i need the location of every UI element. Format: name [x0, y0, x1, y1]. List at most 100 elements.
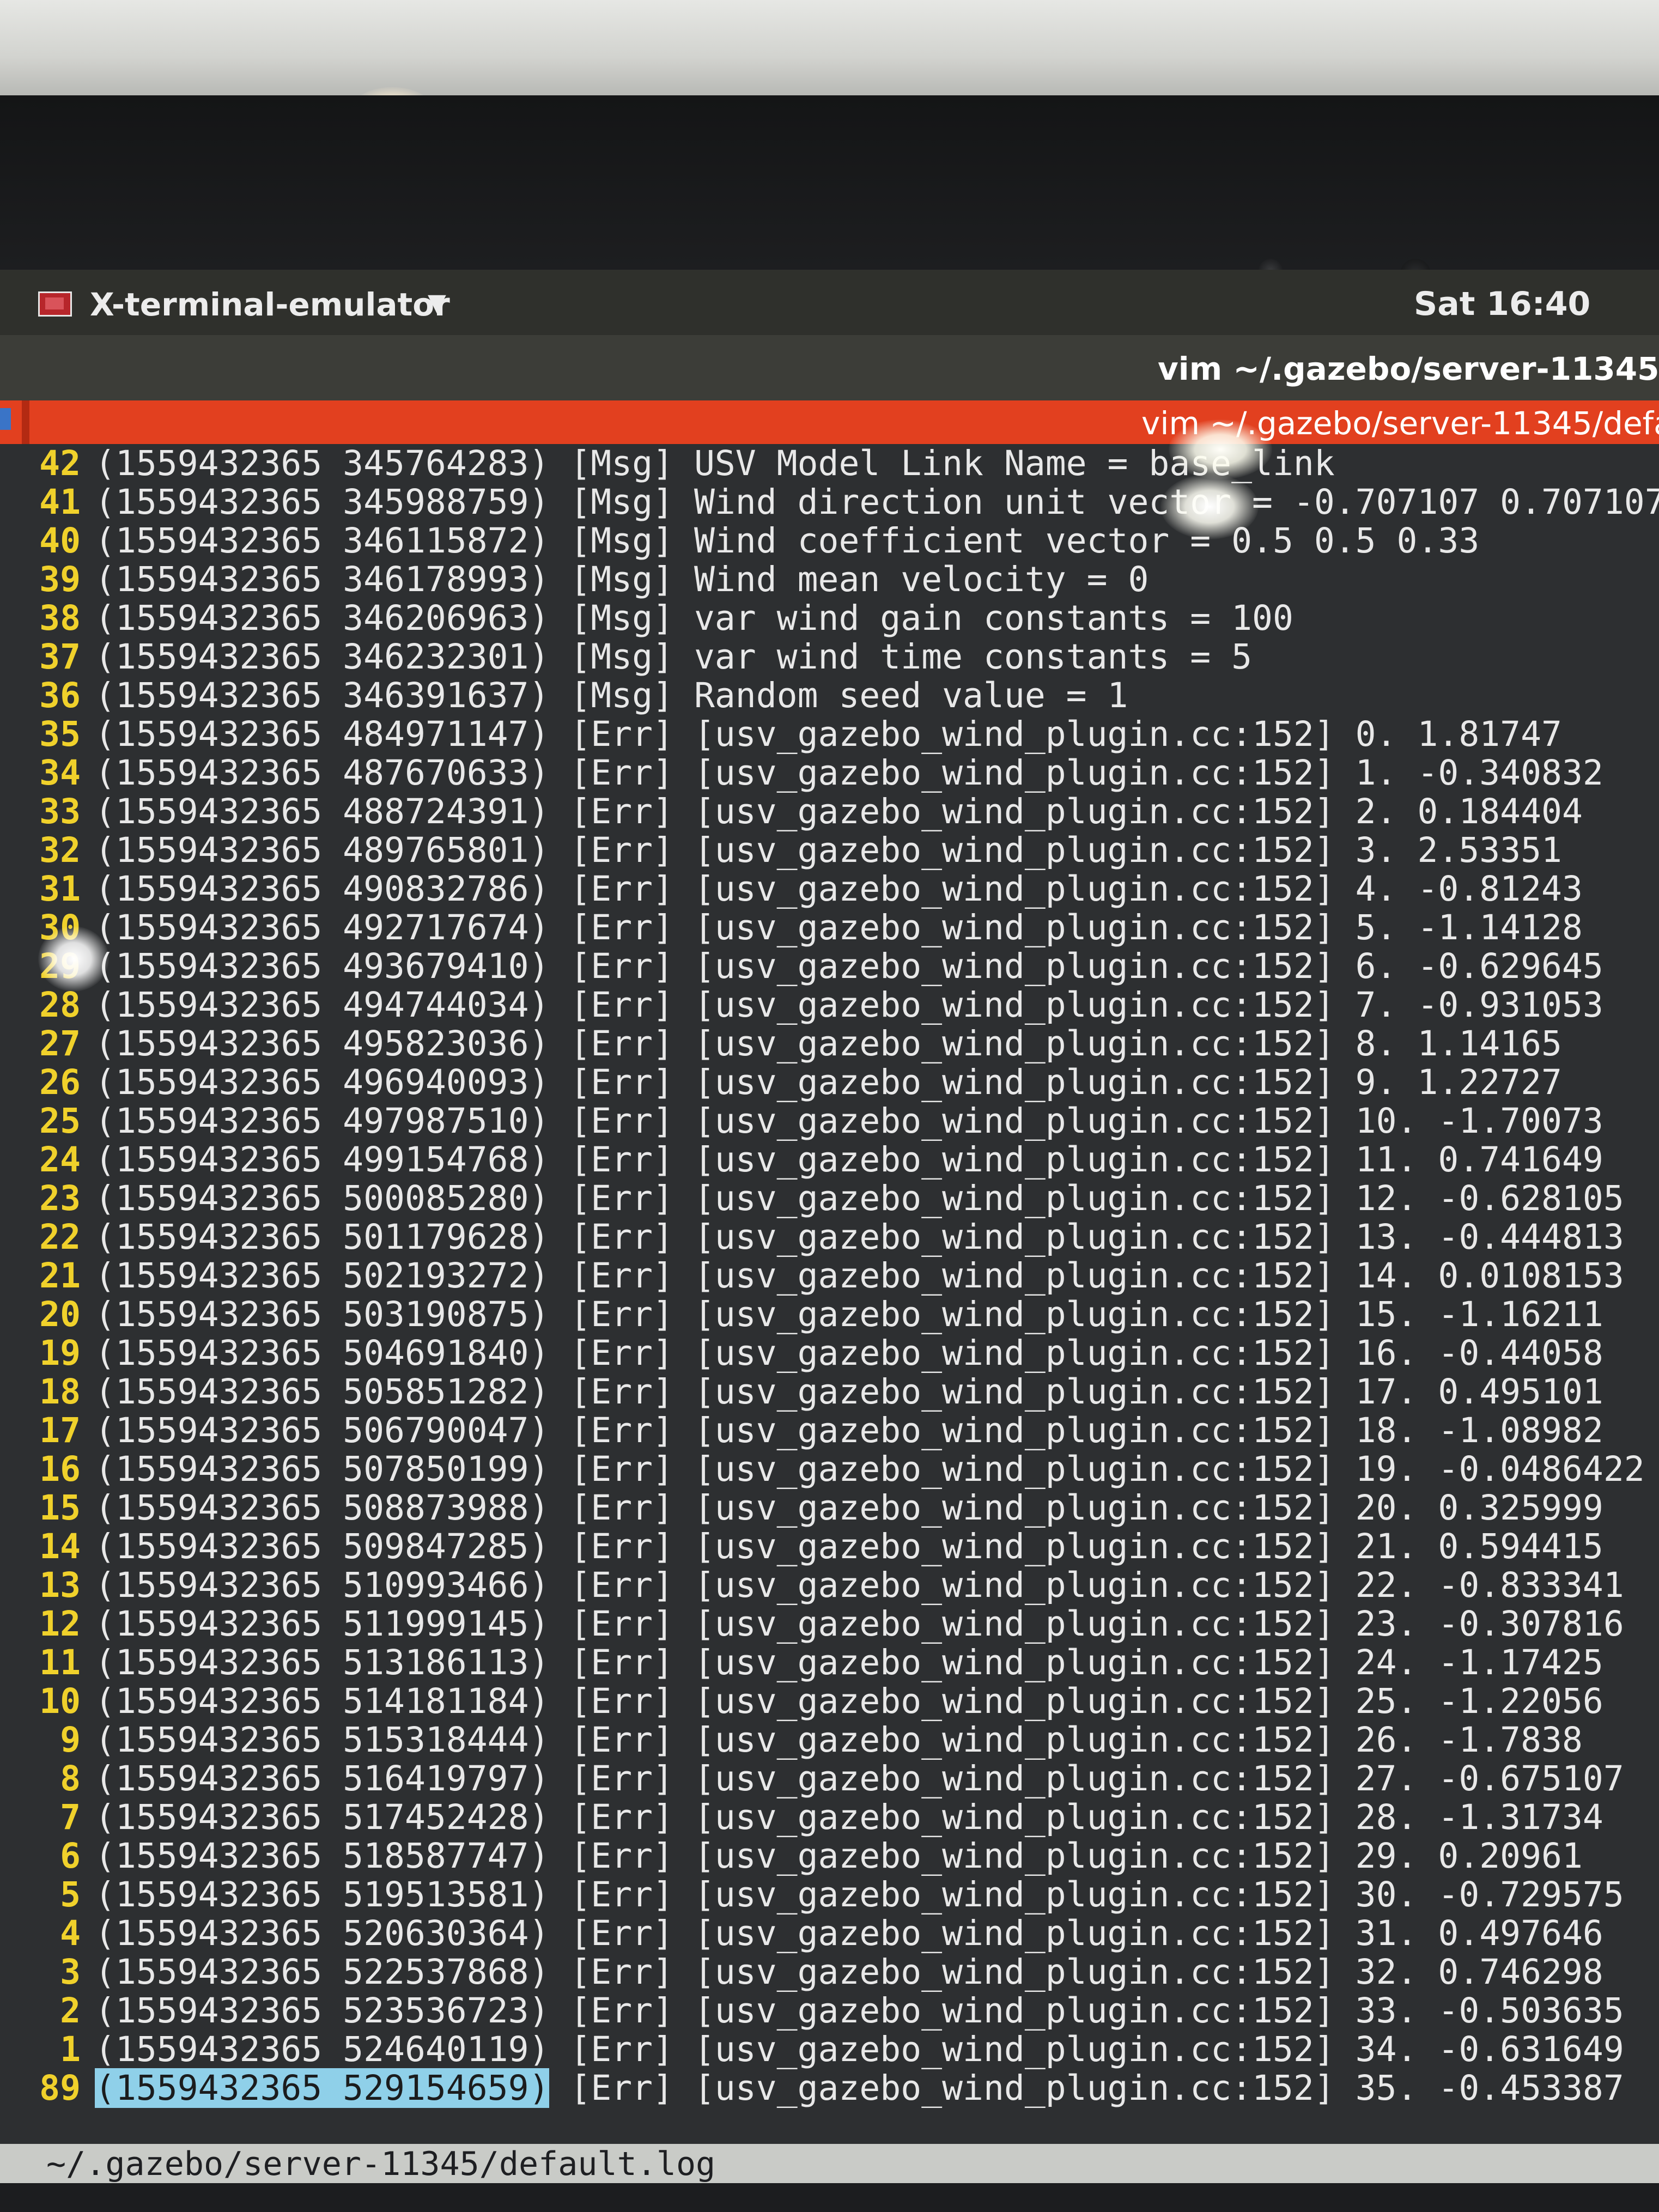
- line-number: 8: [60, 1759, 81, 1798]
- log-text: (1559432365 487670633) [Err] [usv_gazebo…: [95, 753, 1603, 793]
- log-text: (1559432365 345988759) [Msg] Wind direct…: [95, 482, 1659, 522]
- log-line[interactable]: 4 (1559432365 520630364) [Err] [usv_gazeb…: [15, 1914, 1659, 1953]
- tab-title[interactable]: vim ~/.gazebo/server-11345/defa: [1141, 405, 1659, 442]
- line-number: 29: [39, 946, 81, 986]
- clock[interactable]: Sat 16:40: [1414, 285, 1590, 323]
- screen-bottom: [0, 2183, 1659, 2212]
- log-line[interactable]: 30 (1559432365 492717674) [Err] [usv_gaze…: [15, 908, 1659, 947]
- log-text: (1559432365 503190875) [Err] [usv_gazebo…: [95, 1295, 1603, 1334]
- log-line[interactable]: 32 (1559432365 489765801) [Err] [usv_gaze…: [15, 831, 1659, 870]
- vim-buffer[interactable]: 42 (1559432365 345764283) [Msg] USV Model…: [15, 444, 1659, 2108]
- cursor-marker: (: [95, 2068, 116, 2108]
- log-line[interactable]: 37 (1559432365 346232301) [Msg] var wind …: [15, 637, 1659, 676]
- log-line[interactable]: 19 (1559432365 504691840) [Err] [usv_gaze…: [15, 1334, 1659, 1372]
- log-line[interactable]: 5 (1559432365 519513581) [Err] [usv_gazeb…: [15, 1875, 1659, 1914]
- log-line[interactable]: 23 (1559432365 500085280) [Err] [usv_gaze…: [15, 1179, 1659, 1218]
- line-number: 31: [39, 869, 81, 909]
- terminal-app-icon[interactable]: [38, 291, 72, 317]
- log-line[interactable]: 9 (1559432365 515318444) [Err] [usv_gazeb…: [15, 1721, 1659, 1759]
- log-line[interactable]: 18 (1559432365 505851282) [Err] [usv_gaze…: [15, 1372, 1659, 1411]
- log-line[interactable]: 28 (1559432365 494744034) [Err] [usv_gaze…: [15, 986, 1659, 1024]
- log-line[interactable]: 20 (1559432365 503190875) [Err] [usv_gaze…: [15, 1295, 1659, 1334]
- log-line[interactable]: 33 (1559432365 488724391) [Err] [usv_gaze…: [15, 792, 1659, 831]
- line-number: 42: [39, 444, 81, 483]
- log-line[interactable]: 16 (1559432365 507850199) [Err] [usv_gaze…: [15, 1450, 1659, 1488]
- log-line[interactable]: 1 (1559432365 524640119) [Err] [usv_gazeb…: [15, 2030, 1659, 2069]
- log-line[interactable]: 27 (1559432365 495823036) [Err] [usv_gaze…: [15, 1024, 1659, 1063]
- log-text: (1559432365 346232301) [Msg] var wind ti…: [95, 637, 1253, 677]
- terminal-area[interactable]: 42 (1559432365 345764283) [Msg] USV Model…: [0, 444, 1659, 2144]
- line-number: 3: [60, 1952, 81, 1992]
- current-log-line[interactable]: 89 (1559432365 529154659) [Err] [usv_gaze…: [15, 2068, 1659, 2108]
- log-line[interactable]: 15 (1559432365 508873988) [Err] [usv_gaze…: [15, 1488, 1659, 1527]
- log-line[interactable]: 39 (1559432365 346178993) [Msg] Wind mean…: [15, 560, 1659, 599]
- log-line[interactable]: 22 (1559432365 501179628) [Err] [usv_gaze…: [15, 1218, 1659, 1256]
- log-line[interactable]: 6 (1559432365 518587747) [Err] [usv_gazeb…: [15, 1837, 1659, 1875]
- log-line[interactable]: 7 (1559432365 517452428) [Err] [usv_gazeb…: [15, 1798, 1659, 1837]
- line-number: 10: [39, 1681, 81, 1721]
- line-number: 4: [60, 1913, 81, 1953]
- app-menu-label[interactable]: X-terminal-emulator: [90, 286, 450, 323]
- line-number: 19: [39, 1333, 81, 1373]
- log-text: (1559432365 510993466) [Err] [usv_gazebo…: [95, 1565, 1624, 1605]
- log-line[interactable]: 42 (1559432365 345764283) [Msg] USV Model…: [15, 444, 1659, 483]
- vim-status-line: ~/.gazebo/server-11345/default.log: [0, 2144, 1659, 2183]
- log-text: (1559432365 514181184) [Err] [usv_gazebo…: [95, 1681, 1603, 1721]
- line-number: 13: [39, 1565, 81, 1605]
- log-text: (1559432365 505851282) [Err] [usv_gazebo…: [95, 1372, 1603, 1412]
- log-text: (1559432365 519513581) [Err] [usv_gazebo…: [95, 1875, 1624, 1915]
- log-line[interactable]: 2 (1559432365 523536723) [Err] [usv_gazeb…: [15, 1991, 1659, 2030]
- log-text: (1559432365 523536723) [Err] [usv_gazebo…: [95, 1991, 1624, 2031]
- log-text: (1559432365 509847285) [Err] [usv_gazebo…: [95, 1527, 1603, 1566]
- log-text: (1559432365 520630364) [Err] [usv_gazebo…: [95, 1913, 1603, 1953]
- line-number: 22: [39, 1217, 81, 1257]
- tab-divider: [22, 400, 29, 444]
- log-line[interactable]: 35 (1559432365 484971147) [Err] [usv_gaze…: [15, 715, 1659, 753]
- log-line[interactable]: 14 (1559432365 509847285) [Err] [usv_gaze…: [15, 1527, 1659, 1566]
- terminal-tab-bar[interactable]: vim ~/.gazebo/server-11345/defa: [0, 400, 1659, 444]
- line-number: 34: [39, 753, 81, 793]
- log-line[interactable]: 31 (1559432365 490832786) [Err] [usv_gaze…: [15, 870, 1659, 908]
- chevron-down-icon[interactable]: ▼: [428, 289, 446, 317]
- window-title-bar[interactable]: vim ~/.gazebo/server-11345/de: [0, 335, 1659, 400]
- log-text: (1559432365 524640119) [Err] [usv_gazebo…: [95, 2029, 1624, 2069]
- line-number: 33: [39, 792, 81, 831]
- log-line[interactable]: 8 (1559432365 516419797) [Err] [usv_gazeb…: [15, 1759, 1659, 1798]
- log-line[interactable]: 12 (1559432365 511999145) [Err] [usv_gaze…: [15, 1605, 1659, 1643]
- log-line[interactable]: 34 (1559432365 487670633) [Err] [usv_gaze…: [15, 753, 1659, 792]
- log-line[interactable]: 21 (1559432365 502193272) [Err] [usv_gaze…: [15, 1256, 1659, 1295]
- log-line[interactable]: 24 (1559432365 499154768) [Err] [usv_gaze…: [15, 1140, 1659, 1179]
- line-number: 38: [39, 598, 81, 638]
- log-text: (1559432365 507850199) [Err] [usv_gazebo…: [95, 1449, 1645, 1489]
- line-number: 21: [39, 1256, 81, 1296]
- log-line[interactable]: 3 (1559432365 522537868) [Err] [usv_gazeb…: [15, 1953, 1659, 1991]
- log-text: (1559432365 502193272) [Err] [usv_gazebo…: [95, 1256, 1624, 1296]
- log-line[interactable]: 10 (1559432365 514181184) [Err] [usv_gaze…: [15, 1682, 1659, 1721]
- line-number: 1: [60, 2029, 81, 2069]
- log-text: (1559432365 500085280) [Err] [usv_gazebo…: [95, 1178, 1624, 1218]
- log-line[interactable]: 40 (1559432365 346115872) [Msg] Wind coef…: [15, 521, 1659, 560]
- log-line[interactable]: 38 (1559432365 346206963) [Msg] var wind …: [15, 599, 1659, 637]
- log-line[interactable]: 11 (1559432365 513186113) [Err] [usv_gaze…: [15, 1643, 1659, 1682]
- line-number: 37: [39, 637, 81, 677]
- log-line[interactable]: 41 (1559432365 345988759) [Msg] Wind dire…: [15, 483, 1659, 521]
- line-number: 2: [60, 1991, 81, 2031]
- line-number: 23: [39, 1178, 81, 1218]
- log-text: (1559432365 513186113) [Err] [usv_gazebo…: [95, 1643, 1603, 1682]
- log-line[interactable]: 26 (1559432365 496940093) [Err] [usv_gaze…: [15, 1063, 1659, 1102]
- line-number: 24: [39, 1140, 81, 1180]
- log-text: (1559432365 499154768) [Err] [usv_gazebo…: [95, 1140, 1603, 1180]
- log-line[interactable]: 29 (1559432365 493679410) [Err] [usv_gaze…: [15, 947, 1659, 986]
- log-text: (1559432365 345764283) [Msg] USV Model L…: [95, 444, 1335, 483]
- log-line[interactable]: 17 (1559432365 506790047) [Err] [usv_gaze…: [15, 1411, 1659, 1450]
- log-text: (1559432365 346178993) [Msg] Wind mean v…: [95, 560, 1149, 599]
- log-line[interactable]: 25 (1559432365 497987510) [Err] [usv_gaze…: [15, 1102, 1659, 1140]
- log-line[interactable]: 13 (1559432365 510993466) [Err] [usv_gaze…: [15, 1566, 1659, 1605]
- line-number: 5: [60, 1875, 81, 1915]
- log-text: (1559432365 488724391) [Err] [usv_gazebo…: [95, 792, 1583, 831]
- line-number: 15: [39, 1488, 81, 1528]
- log-line[interactable]: 36 (1559432365 346391637) [Msg] Random se…: [15, 676, 1659, 715]
- cursor-end-marker: ): [528, 2068, 550, 2108]
- log-text: (1559432365 522537868) [Err] [usv_gazebo…: [95, 1952, 1603, 1992]
- line-number: 17: [39, 1411, 81, 1450]
